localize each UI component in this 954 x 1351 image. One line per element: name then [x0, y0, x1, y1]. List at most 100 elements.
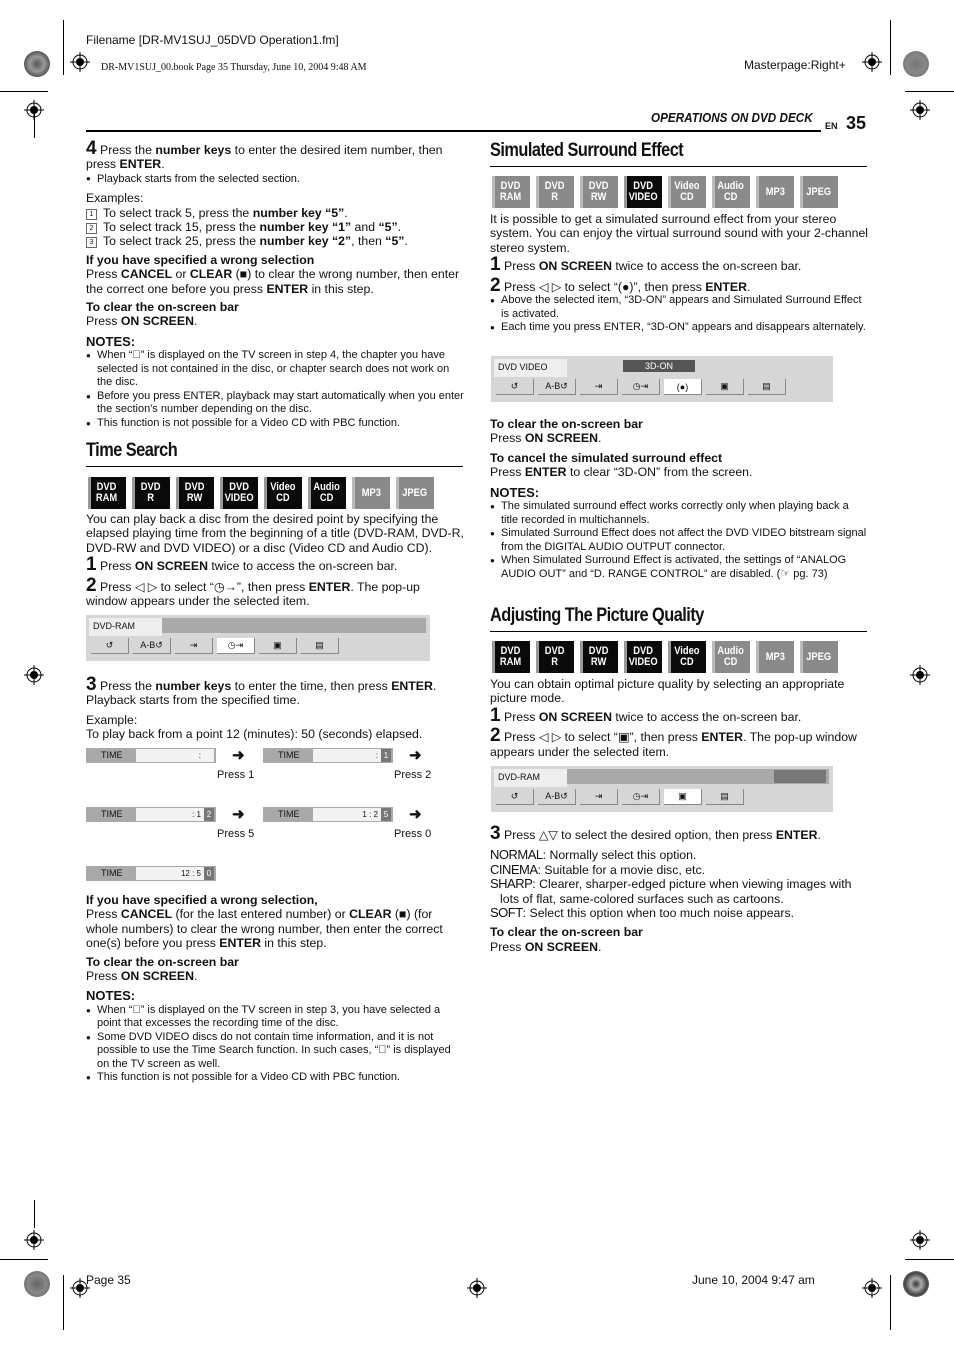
surround-icon[interactable]: (●): [664, 379, 702, 395]
section-rule: [490, 166, 867, 167]
repeat-icon[interactable]: ↺: [91, 638, 129, 654]
subheading: To clear the on-screen bar: [86, 954, 239, 969]
disc-badge-audiocd: Audio CD: [712, 641, 750, 673]
picture-quality-icon[interactable]: ▣: [259, 638, 297, 654]
disc-badge-dvdram: DVD RAM: [88, 477, 126, 509]
time-search-icon[interactable]: ◷⇥: [622, 379, 660, 395]
disc-badge-dvdvideo: DVD VIDEO: [220, 477, 258, 509]
on-screen-bar-picture: DVD-RAM ↺ A-B↺ ⇥ ◷⇥ ▣ ▤: [491, 766, 833, 812]
cursor-digit: 5: [381, 808, 391, 821]
badge-label: DVD RAM: [96, 482, 117, 504]
key-name: number key “1”: [259, 220, 352, 235]
step-1: 1 Press ON SCREEN twice to access the on…: [86, 554, 398, 576]
disc-badge-mp3: MP3: [756, 176, 794, 208]
subheading: To clear the on-screen bar: [490, 925, 643, 940]
disc-badge-videocd: Video CD: [668, 176, 706, 208]
paragraph: Press ON SCREEN.: [490, 431, 602, 446]
time-search-icon[interactable]: ◷⇥: [217, 638, 255, 654]
crop-mark: [34, 1200, 35, 1228]
time-entry-box: TIME:: [86, 748, 216, 763]
option-name: NORMAL: [490, 847, 543, 863]
press-caption: Press 2: [394, 769, 432, 781]
time-label: TIME: [278, 809, 300, 819]
disc-badge-audiocd: Audio CD: [308, 477, 346, 509]
ab-repeat-icon[interactable]: A-B↺: [538, 789, 576, 805]
screen-icon[interactable]: ▤: [706, 789, 744, 805]
time-value: : 1: [192, 810, 201, 819]
skip-search-icon[interactable]: ⇥: [175, 638, 213, 654]
paragraph: Press CANCEL (for the last entered numbe…: [86, 907, 443, 951]
disc-type-badges: DVD RAM DVD R DVD RW DVD VIDEO Video CD Audio CD MP3…: [88, 477, 434, 509]
picture-quality-icon[interactable]: ▣: [664, 789, 702, 805]
crop-mark: [905, 1259, 954, 1260]
arrow-right-icon: ➜: [232, 747, 245, 764]
time-search-footer: If you have specified a wrong selection,…: [86, 893, 464, 1085]
badge-label: DVD VIDEO: [224, 482, 253, 504]
screen-icon[interactable]: ▤: [748, 379, 786, 395]
badge-line: CD: [680, 191, 694, 203]
picture-mode-options: NORMAL: Normally select this option. CINE…: [490, 848, 868, 920]
screen-icon[interactable]: ▤: [301, 638, 339, 654]
badge-line: VIDEO: [628, 191, 658, 203]
badge-line: JPEG: [402, 486, 428, 499]
disc-badge-videocd: Video CD: [264, 477, 302, 509]
text: and: [351, 220, 379, 235]
registration-mark-icon: [70, 52, 90, 72]
on-screen-bar-surround: DVD VIDEO 3D-ON ↺ A-B↺ ⇥ ◷⇥ (●) ▣ ▤: [491, 356, 833, 402]
running-header: OPERATIONS ON DVD DECK: [651, 110, 813, 125]
crop-mark: [0, 1259, 48, 1260]
disc-type-badges: DVD RAM DVD R DVD RW DVD VIDEO Video CD Audio CD MP3…: [492, 176, 838, 208]
status-bar: [162, 618, 426, 633]
ab-repeat-icon[interactable]: A-B↺: [538, 379, 576, 395]
option-name: SHARP: [490, 876, 533, 892]
disc-badge-jpeg: JPEG: [800, 641, 838, 673]
step-number-box: 1: [86, 208, 97, 220]
skip-search-icon[interactable]: ⇥: [580, 379, 618, 395]
disc-badge-dvdram: DVD RAM: [492, 176, 530, 208]
text: , then: [351, 234, 386, 249]
bullet-item: When “⃠” is displayed on the TV screen i…: [86, 349, 464, 390]
color-registration-disc: [903, 51, 929, 77]
badge-line: JPEG: [806, 650, 832, 663]
time-value: 12 : 5: [180, 869, 201, 878]
disc-mode-label: DVD VIDEO: [494, 359, 567, 377]
badge-label: Audio CD: [314, 482, 340, 504]
badge-label: DVD RW: [185, 482, 205, 504]
badge-line: CD: [276, 492, 290, 504]
step-2: 2 Press ◁ ▷ to select “◷→”, then press E…: [86, 574, 420, 609]
key-name: number key “2”: [259, 234, 352, 249]
badge-line: RW: [591, 191, 607, 203]
time-search-icon[interactable]: ◷⇥: [622, 789, 660, 805]
time-field: :: [136, 749, 214, 762]
examples-list: 1 To select track 5, press the number key…: [86, 206, 464, 249]
bullet-item: When “⃠” is displayed on the TV screen i…: [86, 1004, 464, 1031]
time-label: TIME: [278, 750, 300, 760]
color-registration-disc: [24, 51, 50, 77]
page-number: 35: [846, 113, 867, 133]
status-bar-highlight: [774, 770, 826, 783]
disc-mode-label: DVD-RAM: [89, 618, 162, 636]
example-item: 2 To select track 15, press the number ke…: [86, 220, 464, 235]
skip-search-icon[interactable]: ⇥: [580, 789, 618, 805]
repeat-icon[interactable]: ↺: [496, 789, 534, 805]
notes-heading: NOTES:: [490, 484, 540, 500]
registration-mark-icon: [862, 52, 882, 72]
badge-label: Video CD: [674, 181, 699, 203]
repeat-icon[interactable]: ↺: [496, 379, 534, 395]
picture-mode-option: CINEMA: Suitable for a movie disc, etc.: [490, 862, 868, 877]
time-label: TIME: [101, 868, 123, 878]
option-desc: : Normally select this option.: [542, 848, 697, 863]
time-search-step3: 3 Press the number keys to enter the tim…: [86, 675, 464, 742]
disc-badge-mp3: MP3: [352, 477, 390, 509]
time-field: 12 : 50: [136, 867, 214, 880]
ab-repeat-icon[interactable]: A-B↺: [133, 638, 171, 654]
picture-quality-icon[interactable]: ▣: [706, 379, 744, 395]
disc-badge-dvdr: DVD R: [132, 477, 170, 509]
disc-badge-dvdr: DVD R: [536, 641, 574, 673]
subheading: If you have specified a wrong selection,: [86, 893, 318, 907]
disc-type-badges: DVD RAM DVD R DVD RW DVD VIDEO Video CD Audio CD MP3…: [492, 641, 838, 673]
badge-line: RAM: [500, 191, 522, 203]
key-name: “5”: [385, 234, 405, 249]
badge-line: RW: [591, 656, 607, 668]
disc-badge-jpeg: JPEG: [800, 176, 838, 208]
